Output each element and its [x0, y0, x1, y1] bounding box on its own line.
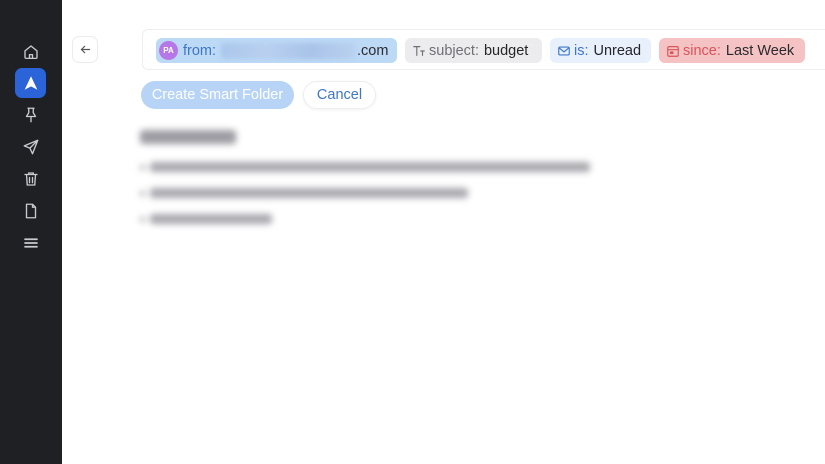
spark-logo-icon: [24, 76, 37, 90]
redacted-email: [221, 42, 357, 59]
subject-filter-key: subject:: [429, 42, 479, 59]
date-filter-value: Last Week: [725, 42, 795, 59]
text-format-icon: [413, 45, 425, 56]
subject-filter-chip[interactable]: subject: budget: [405, 38, 542, 63]
arrow-left-icon: [80, 45, 90, 54]
sent-button[interactable]: [15, 132, 46, 162]
back-button[interactable]: [72, 36, 98, 63]
blurred-heading: [140, 130, 236, 144]
menu-icon: [23, 238, 38, 248]
status-filter-value: Unread: [593, 42, 642, 59]
from-filter-value: .com: [357, 42, 389, 59]
pinned-button[interactable]: [15, 100, 46, 130]
app-window: PA from: .com subject: budget is: Unread…: [0, 0, 825, 464]
smart-folder-filter-bar[interactable]: PA from: .com subject: budget is: Unread…: [142, 29, 825, 70]
blurred-line: [150, 214, 272, 224]
pin-icon: [25, 107, 36, 123]
date-filter-chip[interactable]: since: Last Week: [659, 38, 805, 63]
blurred-help-content: [136, 124, 606, 234]
sidebar: [0, 0, 62, 464]
document-icon: [25, 203, 36, 219]
create-smart-folder-button[interactable]: Create Smart Folder: [141, 81, 294, 109]
trash-button[interactable]: [15, 164, 46, 194]
blurred-bullet: [140, 217, 145, 222]
calendar-icon: [667, 45, 679, 57]
status-filter-key: is:: [574, 42, 589, 59]
cancel-button[interactable]: Cancel: [303, 81, 376, 109]
blurred-bullet: [140, 165, 145, 170]
status-filter-chip[interactable]: is: Unread: [550, 38, 651, 63]
home-button[interactable]: [15, 37, 46, 67]
envelope-icon: [558, 45, 570, 56]
drafts-button[interactable]: [15, 196, 46, 226]
subject-filter-value: budget: [483, 42, 529, 59]
avatar: PA: [159, 41, 178, 60]
blurred-line: [150, 188, 468, 198]
more-menu-button[interactable]: [15, 228, 46, 258]
date-filter-key: since:: [683, 42, 721, 59]
trash-icon: [23, 172, 38, 186]
from-filter-chip[interactable]: PA from: .com: [156, 38, 397, 63]
home-icon: [23, 45, 38, 60]
blurred-bullet: [140, 191, 145, 196]
send-icon: [23, 139, 38, 155]
from-filter-key: from:: [183, 42, 217, 59]
blurred-line: [150, 162, 590, 172]
spark-home-button[interactable]: [15, 68, 46, 98]
